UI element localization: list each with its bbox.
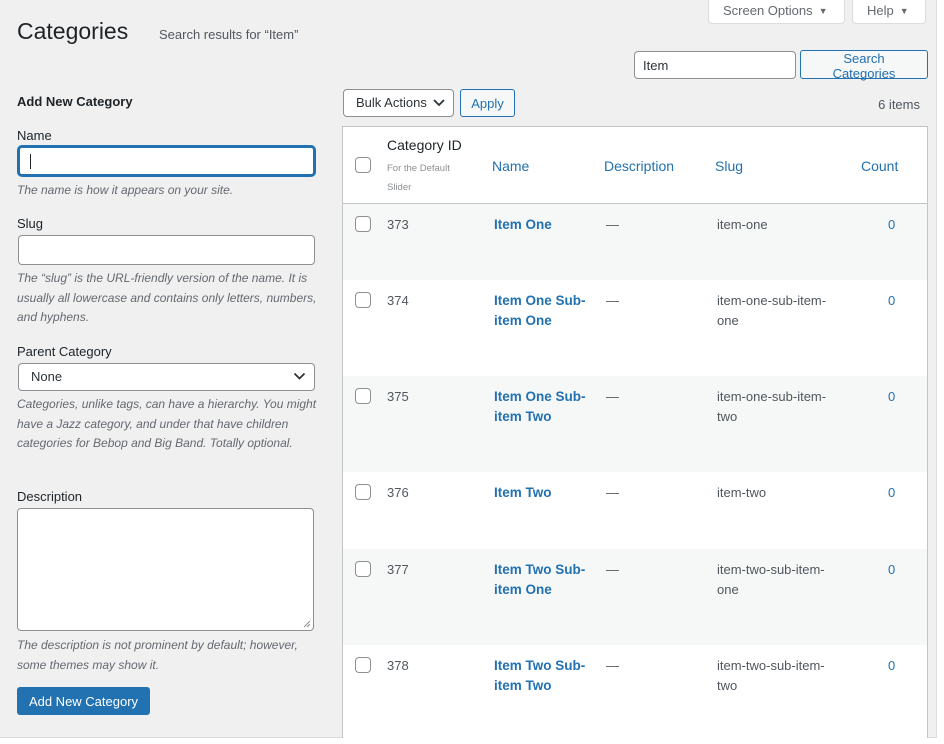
resize-handle-icon[interactable] xyxy=(303,620,311,628)
row-checkbox[interactable] xyxy=(355,388,371,404)
parent-category-label: Parent Category xyxy=(17,344,112,359)
category-id: 378 xyxy=(387,658,409,673)
apply-button[interactable]: Apply xyxy=(460,89,515,117)
table-row: 373 Item One — item-one 0 xyxy=(343,204,927,280)
select-all-checkbox[interactable] xyxy=(355,157,371,173)
category-slug: item-two-sub-item-one xyxy=(717,562,825,597)
column-category-id: Category ID xyxy=(387,137,462,153)
category-count-link[interactable]: 0 xyxy=(888,291,895,311)
category-name-link[interactable]: Item One Sub-item Two xyxy=(494,387,594,426)
category-id: 375 xyxy=(387,389,409,404)
table-row: 377 Item Two Sub-item One — item-two-sub… xyxy=(343,549,927,645)
category-slug: item-one xyxy=(717,217,768,232)
table-header: Category ID For the Default Slider Name … xyxy=(343,127,927,204)
category-count-link[interactable]: 0 xyxy=(888,483,895,503)
bulk-actions-select[interactable]: Bulk Actions xyxy=(343,89,454,117)
column-name[interactable]: Name xyxy=(492,158,529,174)
caret-down-icon: ▼ xyxy=(818,6,828,16)
name-help: The name is how it appears on your site. xyxy=(17,183,234,197)
text-cursor xyxy=(30,154,31,169)
column-category-id-note: For the Default Slider xyxy=(387,163,450,193)
row-checkbox[interactable] xyxy=(355,657,371,673)
search-input[interactable] xyxy=(634,51,796,79)
slug-label: Slug xyxy=(17,216,44,231)
category-count-link[interactable]: 0 xyxy=(888,387,895,407)
category-id: 374 xyxy=(387,293,409,308)
category-description: — xyxy=(606,562,619,577)
help-label: Help xyxy=(867,3,894,18)
caret-down-icon: ▼ xyxy=(899,6,909,16)
chevron-down-icon xyxy=(293,372,306,380)
page-title: Categories xyxy=(17,18,129,44)
row-checkbox[interactable] xyxy=(355,292,371,308)
table-row: 375 Item One Sub-item Two — item-one-sub… xyxy=(343,376,927,472)
category-slug: item-two xyxy=(717,485,767,500)
row-checkbox[interactable] xyxy=(355,561,371,577)
category-id: 377 xyxy=(387,562,409,577)
description-label: Description xyxy=(17,489,83,504)
description-help: The description is not prominent by defa… xyxy=(17,638,298,672)
table-row: 376 Item Two — item-two 0 xyxy=(343,472,927,549)
category-description: — xyxy=(606,658,619,673)
column-slug[interactable]: Slug xyxy=(715,158,743,174)
category-name-link[interactable]: Item Two xyxy=(494,483,594,503)
description-textarea[interactable] xyxy=(17,508,314,631)
table-row: 374 Item One Sub-item One — item-one-sub… xyxy=(343,280,927,376)
categories-table: Category ID For the Default Slider Name … xyxy=(342,126,928,738)
bulk-actions-label: Bulk Actions xyxy=(356,95,427,110)
row-checkbox[interactable] xyxy=(355,484,371,500)
search-results-subtitle: Search results for “Item” xyxy=(159,27,299,42)
category-description: — xyxy=(606,485,619,500)
category-slug: item-two-sub-item-two xyxy=(717,658,825,693)
screen-options-tab[interactable]: Screen Options ▼ xyxy=(708,0,845,24)
category-description: — xyxy=(606,389,619,404)
row-checkbox[interactable] xyxy=(355,216,371,232)
column-description[interactable]: Description xyxy=(604,158,674,174)
name-label: Name xyxy=(17,128,52,143)
category-id: 373 xyxy=(387,217,409,232)
category-id: 376 xyxy=(387,485,409,500)
category-count-link[interactable]: 0 xyxy=(888,215,895,235)
parent-category-help: Categories, unlike tags, can have a hier… xyxy=(17,397,317,450)
slug-help: The “slug” is the URL-friendly version o… xyxy=(17,271,317,324)
screen-options-label: Screen Options xyxy=(723,3,813,18)
category-name-link[interactable]: Item Two Sub-item Two xyxy=(494,656,594,695)
search-categories-button[interactable]: Search Categories xyxy=(800,50,928,81)
category-description: — xyxy=(606,217,619,232)
category-name-link[interactable]: Item Two Sub-item One xyxy=(494,560,594,599)
help-tab[interactable]: Help ▼ xyxy=(852,0,926,24)
parent-selected-value: None xyxy=(31,369,63,384)
category-name-link[interactable]: Item One Sub-item One xyxy=(494,291,594,330)
parent-category-select[interactable]: None xyxy=(18,363,315,391)
chevron-down-icon xyxy=(433,99,445,107)
category-count-link[interactable]: 0 xyxy=(888,560,895,580)
item-count: 6 items xyxy=(878,97,920,112)
column-count[interactable]: Count xyxy=(861,158,898,174)
category-description: — xyxy=(606,293,619,308)
category-name-link[interactable]: Item One xyxy=(494,215,594,235)
category-slug: item-one-sub-item-one xyxy=(717,293,827,328)
form-heading: Add New Category xyxy=(17,94,133,109)
admin-page: Screen Options ▼ Help ▼ Categories Search … xyxy=(0,0,944,744)
slug-field[interactable] xyxy=(18,235,315,265)
category-count-link[interactable]: 0 xyxy=(888,656,895,676)
category-slug: item-one-sub-item-two xyxy=(717,389,827,424)
name-field[interactable] xyxy=(18,146,315,176)
table-row: 378 Item Two Sub-item Two — item-two-sub… xyxy=(343,645,927,738)
add-new-category-button[interactable]: Add New Category xyxy=(17,687,150,715)
